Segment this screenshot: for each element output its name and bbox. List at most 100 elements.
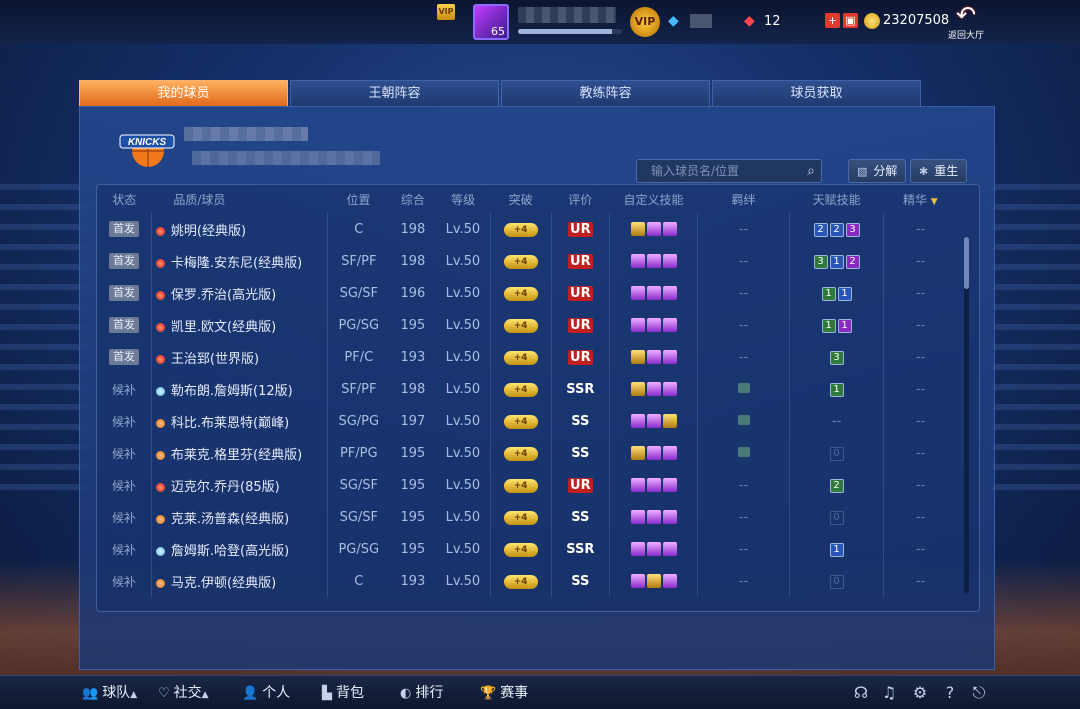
talent-skill[interactable]: 2	[829, 223, 844, 237]
breakthrough-badge[interactable]: +4	[503, 223, 538, 237]
table-row[interactable]: 候补 勒布朗.詹姆斯(12版) SF/PF 198 Lv.50 +4 SSR 1…	[97, 373, 957, 405]
custom-skill-icon[interactable]	[662, 350, 677, 364]
talent-skill[interactable]: 0	[829, 575, 844, 589]
talent-skill[interactable]: 1	[829, 383, 844, 397]
custom-skill-icon[interactable]	[646, 254, 661, 268]
nav-rank[interactable]: ◐ 排行	[400, 676, 443, 709]
breakthrough-badge[interactable]: +4	[503, 447, 538, 461]
custom-skill-icon[interactable]	[630, 222, 645, 236]
breakthrough-badge[interactable]: +4	[503, 319, 538, 333]
search-input[interactable]	[637, 160, 787, 182]
col-custom-skill[interactable]: 自定义技能	[610, 185, 698, 213]
table-row[interactable]: 候补 布莱克.格里芬(经典版) PF/PG 195 Lv.50 +4 SS 0 …	[97, 437, 957, 469]
custom-skill-icon[interactable]	[646, 478, 661, 492]
col-breakthrough[interactable]: 突破	[490, 185, 551, 213]
talent-skill[interactable]: 0	[829, 447, 844, 461]
player-cell[interactable]: 保罗.乔治(高光版)	[150, 277, 328, 309]
custom-skill-icon[interactable]	[630, 286, 645, 300]
nav-social[interactable]: ♡ 社交▲	[158, 676, 209, 709]
talent-skill[interactable]: 1	[837, 319, 852, 333]
col-position[interactable]: 位置	[327, 185, 390, 213]
player-name[interactable]: 马克.伊顿(经典版)	[171, 576, 276, 591]
custom-skill-icon[interactable]	[630, 574, 645, 588]
tab-player-acquire[interactable]: 球员获取	[712, 80, 921, 106]
custom-skill-icon[interactable]	[646, 286, 661, 300]
col-status[interactable]: 状态	[97, 185, 151, 213]
custom-skill-icon[interactable]	[662, 414, 677, 428]
table-row[interactable]: 候补 詹姆斯.哈登(高光版) PG/SG 195 Lv.50 +4 SSR --…	[97, 533, 957, 565]
rebirth-button[interactable]: ✱ 重生	[910, 159, 968, 183]
custom-skill-icon[interactable]	[662, 574, 677, 588]
player-cell[interactable]: 布莱克.格里芬(经典版)	[150, 437, 328, 469]
nav-bag[interactable]: ▙ 背包	[322, 676, 364, 709]
player-cell[interactable]: 迈克尔.乔丹(85版)	[150, 469, 328, 501]
player-name[interactable]: 迈克尔.乔丹(85版)	[171, 480, 280, 495]
talent-skill[interactable]: 2	[845, 255, 860, 269]
player-cell[interactable]: 科比.布莱恩特(巅峰)	[150, 405, 328, 437]
talent-skill[interactable]: 3	[829, 351, 844, 365]
player-name[interactable]: 姚明(经典版)	[171, 224, 246, 239]
col-grade[interactable]: 评价	[551, 185, 610, 213]
custom-skill-icon[interactable]	[662, 382, 677, 396]
player-name[interactable]: 勒布朗.詹姆斯(12版)	[171, 384, 293, 399]
player-cell[interactable]: 卡梅隆.安东尼(经典版)	[150, 245, 328, 277]
talent-skill[interactable]: 3	[845, 223, 860, 237]
breakthrough-badge[interactable]: +4	[503, 255, 538, 269]
scrollbar-thumb[interactable]	[964, 237, 969, 289]
player-cell[interactable]: 勒布朗.詹姆斯(12版)	[150, 373, 328, 405]
custom-skill-icon[interactable]	[646, 318, 661, 332]
table-row[interactable]: 首发 凯里.欧文(经典版) PG/SG 195 Lv.50 +4 UR -- 1…	[97, 309, 957, 341]
custom-skill-icon[interactable]	[646, 350, 661, 364]
player-cell[interactable]: 王治郅(世界版)	[150, 341, 328, 373]
player-cell[interactable]: 姚明(经典版)	[150, 213, 328, 245]
breakthrough-badge[interactable]: +4	[503, 479, 538, 493]
breakthrough-badge[interactable]: +4	[503, 415, 538, 429]
custom-skill-icon[interactable]	[630, 350, 645, 364]
table-row[interactable]: 候补 马克.伊顿(经典版) C 193 Lv.50 +4 SS -- 0 --	[97, 565, 957, 597]
custom-skill-icon[interactable]	[630, 478, 645, 492]
player-cell[interactable]: 马克.伊顿(经典版)	[150, 565, 328, 597]
player-name[interactable]: 王治郅(世界版)	[171, 352, 259, 367]
custom-skill-icon[interactable]	[662, 254, 677, 268]
custom-skill-icon[interactable]	[662, 478, 677, 492]
player-name[interactable]: 克莱.汤普森(经典版)	[171, 512, 289, 527]
breakthrough-badge[interactable]: +4	[503, 543, 538, 557]
custom-skill-icon[interactable]	[646, 382, 661, 396]
player-name[interactable]: 保罗.乔治(高光版)	[171, 288, 276, 303]
breakthrough-badge[interactable]: +4	[503, 575, 538, 589]
vip-badge[interactable]: VIP	[630, 7, 660, 37]
player-name[interactable]: 詹姆斯.哈登(高光版)	[171, 544, 289, 559]
player-name[interactable]: 卡梅隆.安东尼(经典版)	[171, 256, 302, 271]
nav-team[interactable]: 👥 球队▲	[82, 676, 137, 709]
tab-my-players[interactable]: 我的球员	[79, 80, 288, 106]
custom-skill-icon[interactable]	[662, 510, 677, 524]
talent-skill[interactable]: 1	[821, 287, 836, 301]
search-icon[interactable]: ⌕	[807, 163, 815, 179]
custom-skill-icon[interactable]	[662, 446, 677, 460]
custom-skill-icon[interactable]	[630, 318, 645, 332]
custom-skill-icon[interactable]	[630, 510, 645, 524]
talent-skill[interactable]: 1	[837, 287, 852, 301]
exit-icon[interactable]: ⎋	[969, 683, 989, 703]
table-row[interactable]: 候补 克莱.汤普森(经典版) SG/SF 195 Lv.50 +4 SS -- …	[97, 501, 957, 533]
headset-icon[interactable]: ☊	[851, 683, 871, 703]
avatar[interactable]: 65	[473, 4, 509, 40]
table-row[interactable]: 候补 科比.布莱恩特(巅峰) SG/PG 197 Lv.50 +4 SS -- …	[97, 405, 957, 437]
custom-skill-icon[interactable]	[630, 542, 645, 556]
player-name[interactable]: 凯里.欧文(经典版)	[171, 320, 276, 335]
bond-icon[interactable]	[737, 446, 750, 457]
custom-skill-icon[interactable]	[662, 542, 677, 556]
table-row[interactable]: 首发 保罗.乔治(高光版) SG/SF 196 Lv.50 +4 UR -- 1…	[97, 277, 957, 309]
bond-icon[interactable]	[737, 382, 750, 393]
nav-events[interactable]: 🏆 赛事	[480, 676, 528, 709]
music-icon[interactable]: ♫	[879, 683, 899, 703]
tab-dynasty-lineup[interactable]: 王朝阵容	[290, 80, 499, 106]
breakthrough-badge[interactable]: +4	[503, 351, 538, 365]
custom-skill-icon[interactable]	[646, 446, 661, 460]
col-essence[interactable]: 精华 ▼	[884, 185, 957, 213]
col-player[interactable]: 品质/球员	[151, 185, 327, 213]
talent-skill[interactable]: 1	[829, 543, 844, 557]
custom-skill-icon[interactable]	[646, 414, 661, 428]
vip-crown-icon[interactable]: VIP	[437, 4, 455, 20]
col-level[interactable]: 等级	[436, 185, 490, 213]
